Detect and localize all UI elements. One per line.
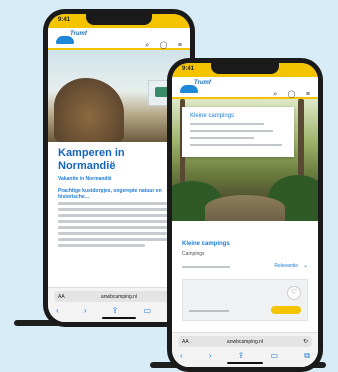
heart-icon[interactable]: ♡ <box>287 286 301 300</box>
results-count <box>182 266 230 268</box>
url-text: anwbcamping.nl <box>100 294 138 300</box>
forest-image: Kleine campings <box>172 99 318 221</box>
page-lead: Prachtige kustdorpjes, ongerepte natuur … <box>58 188 162 200</box>
phone-front: 9:41 Trumf ⌕ ◯ ≡ Kleine campings Kleine … <box>167 58 323 372</box>
search-icon[interactable]: ⌕ <box>145 42 149 50</box>
page-subtitle: Vakantie in Normandië <box>58 176 112 182</box>
bookmarks-icon[interactable]: ▭ <box>271 351 279 361</box>
reload-icon[interactable]: ↻ <box>303 338 308 345</box>
address-bar[interactable]: AA anwbcamping.nl ↻ <box>178 336 312 347</box>
signal-icon <box>164 18 180 36</box>
browser-toolbar: ‹ › ⇪ ▭ ⧉ <box>56 306 182 316</box>
menu-card: Kleine campings <box>182 107 294 157</box>
user-icon[interactable]: ◯ <box>160 42 168 50</box>
site-logo[interactable]: Trumf <box>56 31 87 45</box>
status-time: 9:41 <box>58 17 71 23</box>
menu-card-title: Kleine campings <box>190 113 235 119</box>
notch <box>86 14 152 25</box>
home-indicator <box>101 317 137 319</box>
section-title: Kleine campings <box>182 241 230 247</box>
browser-bar: AA anwbcamping.nl ↻ ‹ › ⇪ ▭ ⧉ <box>172 332 318 367</box>
signal-icon <box>292 67 308 85</box>
menu-icon[interactable]: ≡ <box>178 42 182 50</box>
forest-path <box>205 195 285 221</box>
result-badge[interactable] <box>271 306 301 314</box>
result-text <box>189 310 229 312</box>
share-icon[interactable]: ⇪ <box>112 306 119 316</box>
notch <box>211 63 279 74</box>
sort-select[interactable]: Relevantie <box>274 263 298 269</box>
chevron-down-icon[interactable]: ⌄ <box>303 262 308 269</box>
site-navbar: Trumf ⌕ ◯ ≡ <box>172 77 318 99</box>
section-subtitle: Campings <box>182 251 205 257</box>
site-logo[interactable]: Trumf <box>180 80 211 94</box>
share-icon[interactable]: ⇪ <box>238 351 245 361</box>
url-text: anwbcamping.nl <box>226 339 264 345</box>
forward-icon[interactable]: › <box>84 306 87 316</box>
logo-wave-icon <box>56 36 74 44</box>
body-text <box>58 202 182 250</box>
site-navbar: Trumf ⌕ ◯ ≡ <box>48 28 190 50</box>
home-indicator <box>227 362 263 364</box>
status-time: 9:41 <box>182 66 195 72</box>
result-card[interactable]: ♡ <box>182 279 308 321</box>
search-icon[interactable]: ⌕ <box>273 91 277 99</box>
back-icon[interactable]: ‹ <box>56 306 59 316</box>
address-bar[interactable]: AA anwbcamping.nl ↻ <box>54 291 184 302</box>
bookmarks-icon[interactable]: ▭ <box>144 306 152 316</box>
user-icon[interactable]: ◯ <box>288 91 296 99</box>
menu-icon[interactable]: ≡ <box>306 91 310 99</box>
tabs-icon[interactable]: ⧉ <box>304 351 310 361</box>
logo-text: Trumf <box>194 80 211 86</box>
page-title: Kamperen in Normandië <box>58 147 125 172</box>
menu-card-items <box>190 123 282 151</box>
logo-wave-icon <box>180 85 198 93</box>
hero-rock <box>54 78 124 142</box>
browser-toolbar: ‹ › ⇪ ▭ ⧉ <box>180 351 310 361</box>
forward-icon[interactable]: › <box>209 351 212 361</box>
filter-row: Relevantie ⌄ <box>182 263 308 271</box>
phone-screen: 9:41 Trumf ⌕ ◯ ≡ Kleine campings Kleine … <box>172 63 318 367</box>
logo-text: Trumf <box>70 31 87 37</box>
back-icon[interactable]: ‹ <box>180 351 183 361</box>
